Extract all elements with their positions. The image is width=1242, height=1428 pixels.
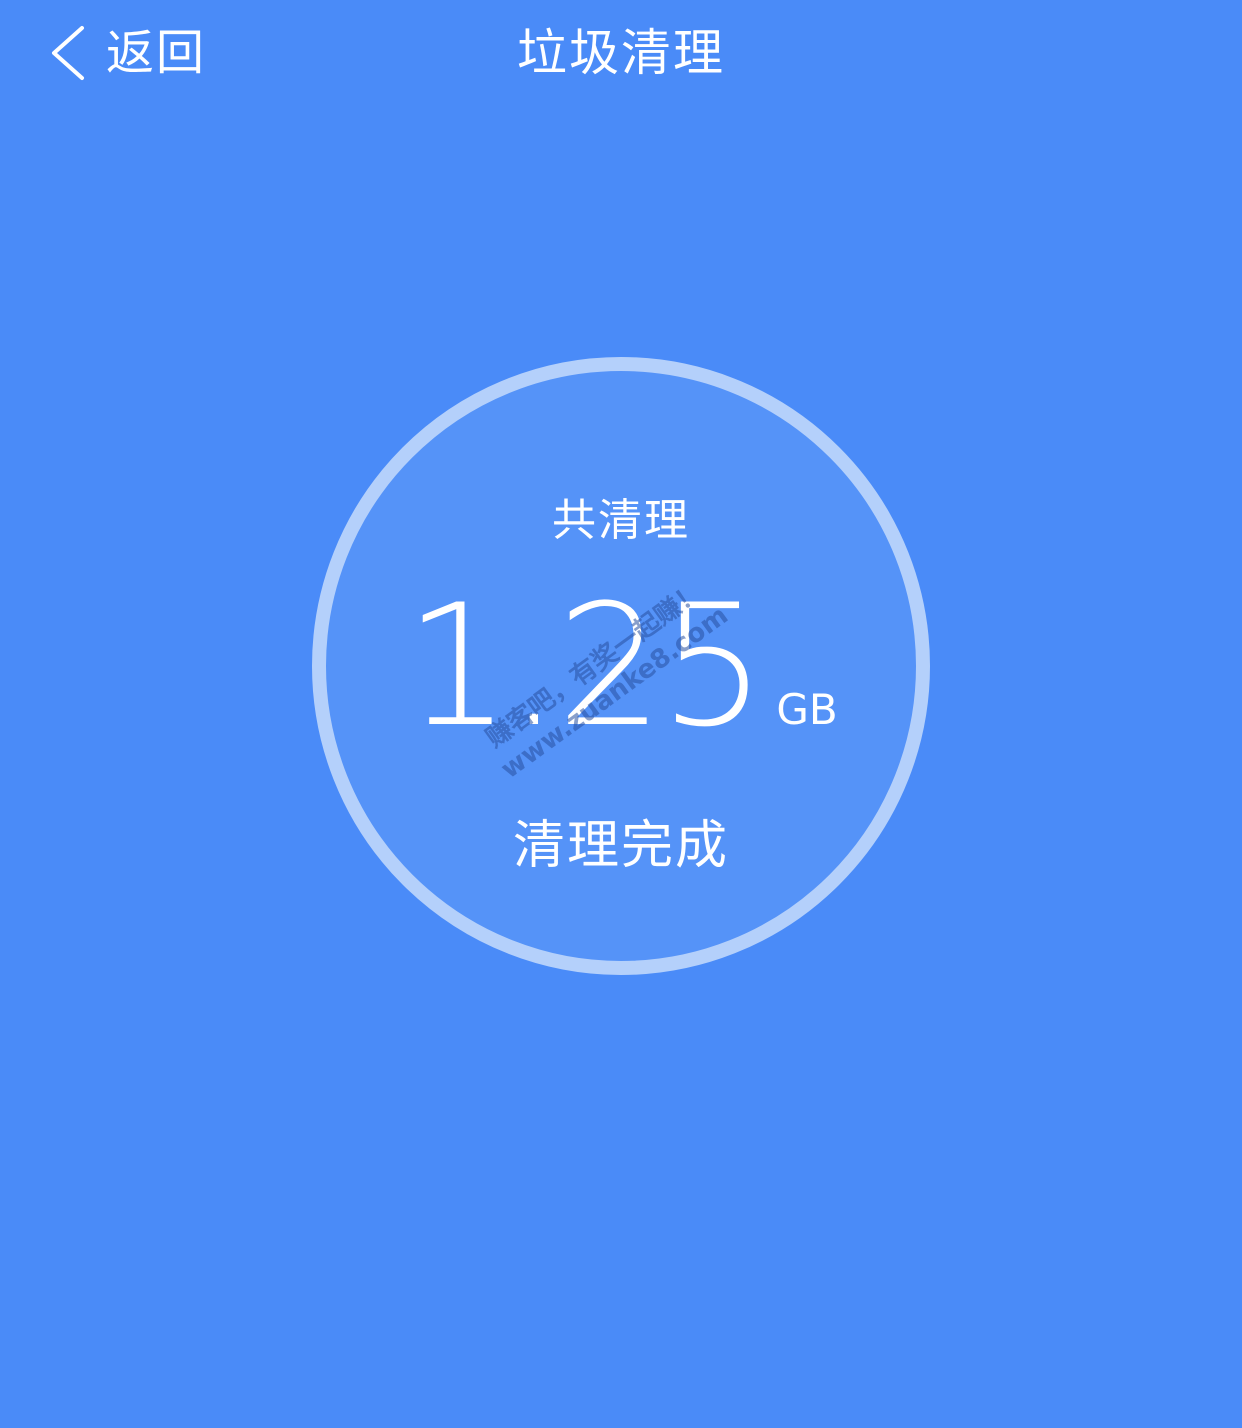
cleaned-size-value: 1.25 xyxy=(404,568,766,764)
cleanup-result-screen: 返回 垃圾清理 共清理 1.25 GB 清理完成 赚客吧，有奖一起赚！ www.z… xyxy=(0,0,1242,1428)
navigation-bar: 返回 垃圾清理 xyxy=(0,0,1242,110)
cleaned-size-unit: GB xyxy=(776,685,838,734)
page-title: 垃圾清理 xyxy=(517,24,725,82)
cleanup-status-text: 清理完成 xyxy=(512,816,729,876)
cleanup-result-circle: 共清理 1.25 GB 清理完成 xyxy=(312,357,930,975)
cleaned-size: 1.25 GB xyxy=(326,581,916,751)
total-cleaned-caption: 共清理 xyxy=(552,495,690,546)
